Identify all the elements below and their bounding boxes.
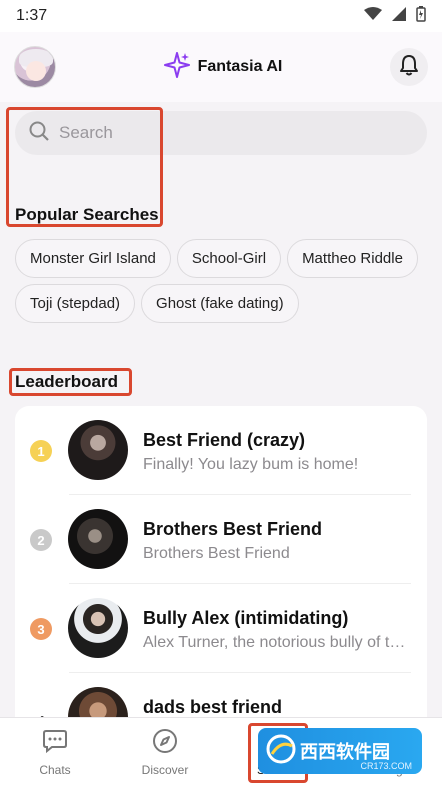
app-brand: Fantasia AI bbox=[163, 51, 283, 83]
chip-school-girl[interactable]: School-Girl bbox=[176, 239, 282, 278]
sparkle-icon bbox=[163, 51, 190, 83]
nav-discover[interactable]: Discover bbox=[110, 718, 220, 786]
app-name: Fantasia AI bbox=[197, 58, 283, 75]
leaderboard-row[interactable]: 2 Brothers Best Friend Brothers Best Fri… bbox=[15, 495, 427, 584]
watermark-subtext: CR173.COM bbox=[360, 761, 412, 771]
rank-badge: 3 bbox=[30, 618, 52, 640]
character-name: Best Friend (crazy) bbox=[143, 430, 306, 450]
character-avatar bbox=[68, 509, 128, 569]
site-watermark: 西西软件园 CR173.COM bbox=[258, 728, 422, 774]
chat-bubble-icon bbox=[42, 728, 68, 757]
chip-mattheo-riddle[interactable]: Mattheo Riddle bbox=[287, 239, 418, 278]
leaderboard-list: 1 Best Friend (crazy) Finally! You lazy … bbox=[15, 406, 427, 736]
app-header: Fantasia AI bbox=[0, 32, 442, 102]
annotation-box-search bbox=[6, 107, 163, 227]
character-description: Finally! You lazy bum is home! bbox=[143, 456, 359, 473]
status-icons bbox=[364, 5, 426, 27]
chip-monster-girl-island[interactable]: Monster Girl Island bbox=[15, 239, 171, 278]
watermark-logo-icon bbox=[266, 734, 296, 769]
character-name: dads best friend bbox=[143, 697, 283, 717]
nav-chats-label: Chats bbox=[39, 763, 71, 777]
status-bar: 1:37 bbox=[0, 0, 442, 32]
character-description: Brothers Best Friend bbox=[143, 545, 290, 562]
compass-icon bbox=[152, 728, 178, 757]
leaderboard-row[interactable]: 1 Best Friend (crazy) Finally! You lazy … bbox=[15, 406, 427, 495]
character-name: Bully Alex (intimidating) bbox=[143, 608, 349, 628]
annotation-box-leaderboard bbox=[9, 368, 132, 396]
chip-ghost-fake-dating[interactable]: Ghost (fake dating) bbox=[141, 284, 299, 323]
chip-toji-stepdad[interactable]: Toji (stepdad) bbox=[15, 284, 136, 323]
status-time: 1:37 bbox=[16, 7, 48, 24]
nav-chats[interactable]: Chats bbox=[0, 718, 110, 786]
rank-badge: 2 bbox=[30, 529, 52, 551]
battery-icon bbox=[416, 5, 426, 27]
nav-discover-label: Discover bbox=[141, 763, 189, 777]
wifi-icon bbox=[364, 6, 382, 26]
profile-avatar[interactable] bbox=[14, 46, 56, 88]
character-avatar bbox=[68, 598, 128, 658]
notifications-button[interactable] bbox=[389, 48, 428, 86]
character-name: Brothers Best Friend bbox=[143, 519, 323, 539]
signal-icon bbox=[392, 6, 406, 26]
leaderboard-row[interactable]: 3 Bully Alex (intimidating) Alex Turner,… bbox=[15, 584, 427, 673]
rank-badge: 1 bbox=[30, 440, 52, 462]
popular-search-chips: Monster Girl Island School-Girl Mattheo … bbox=[15, 239, 430, 323]
bell-icon bbox=[399, 54, 419, 81]
character-avatar bbox=[68, 420, 128, 480]
character-description: Alex Turner, the notorious bully of the … bbox=[143, 634, 411, 651]
